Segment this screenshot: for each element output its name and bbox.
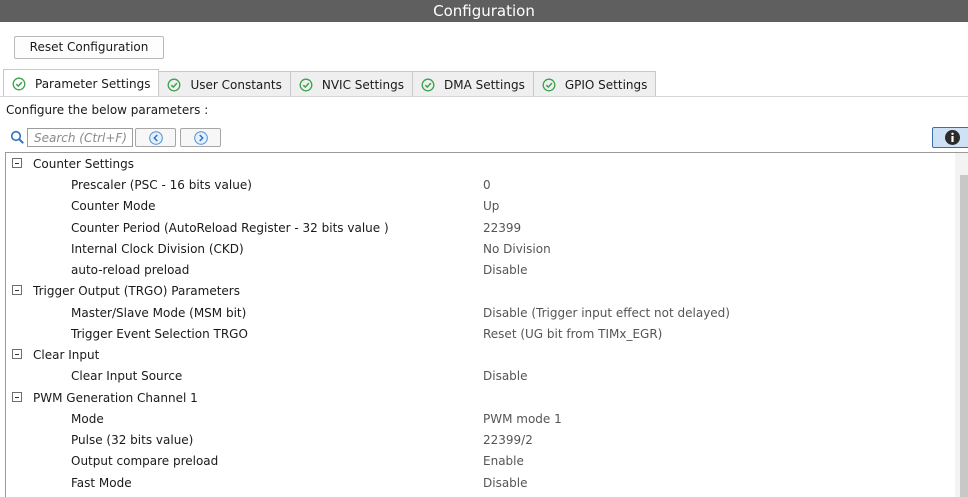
tab-nvic-settings[interactable]: NVIC Settings xyxy=(289,71,413,97)
param-name: Trigger Event Selection TRGO xyxy=(71,327,248,341)
param-name: Clear Input Source xyxy=(71,369,183,383)
group-row-pwm-generation-channel-1[interactable]: PWM Generation Channel 1 xyxy=(6,388,956,409)
chevron-left-icon xyxy=(148,130,163,145)
tab-parameter-settings[interactable]: Parameter Settings xyxy=(3,69,160,97)
param-value[interactable]: Disable xyxy=(483,369,528,383)
intro-text: Configure the below parameters : xyxy=(6,103,209,117)
param-name: Master/Slave Mode (MSM bit) xyxy=(71,306,247,320)
tab-divider xyxy=(0,96,968,97)
param-name: Mode xyxy=(71,412,104,426)
group-row-counter-settings[interactable]: Counter Settings xyxy=(6,154,956,175)
param-row[interactable]: Counter Mode Up xyxy=(6,196,956,217)
param-row[interactable]: Internal Clock Division (CKD) No Divisio… xyxy=(6,239,956,260)
check-circle-icon xyxy=(12,77,26,90)
tab-gpio-settings[interactable]: GPIO Settings xyxy=(532,71,657,97)
collapse-icon[interactable] xyxy=(12,392,22,402)
search-input[interactable] xyxy=(27,128,133,147)
parameter-tree: Counter Settings Prescaler (PSC - 16 bit… xyxy=(5,152,968,497)
group-row-trigger-output[interactable]: Trigger Output (TRGO) Parameters xyxy=(6,281,956,302)
param-row[interactable]: Clear Input Source Disable xyxy=(6,366,956,387)
collapse-icon[interactable] xyxy=(12,158,22,168)
param-value[interactable]: Reset (UG bit from TIMx_EGR) xyxy=(483,327,662,341)
window-title: Configuration xyxy=(0,0,968,22)
group-label: Clear Input xyxy=(33,348,100,362)
param-value[interactable]: 0 xyxy=(483,178,491,192)
tab-dma-settings[interactable]: DMA Settings xyxy=(411,71,534,97)
param-row[interactable]: Master/Slave Mode (MSM bit) Disable (Tri… xyxy=(6,303,956,324)
param-name: Fast Mode xyxy=(71,476,132,490)
param-name: auto-reload preload xyxy=(71,263,190,277)
group-label: PWM Generation Channel 1 xyxy=(33,391,198,405)
chevron-right-icon xyxy=(193,130,208,145)
param-value[interactable]: Disable (Trigger input effect not delaye… xyxy=(483,306,730,320)
param-name: Internal Clock Division (CKD) xyxy=(71,242,244,256)
group-label: Counter Settings xyxy=(33,157,134,171)
param-value[interactable]: No Division xyxy=(483,242,551,256)
param-name: Counter Mode xyxy=(71,199,156,213)
param-value[interactable]: 22399 xyxy=(483,221,521,235)
param-name: Counter Period (AutoReload Register - 32… xyxy=(71,221,389,235)
tab-bar: Parameter Settings User Constants NVIC S… xyxy=(3,69,657,97)
param-value[interactable]: Disable xyxy=(483,476,528,490)
group-row-clear-input[interactable]: Clear Input xyxy=(6,345,956,366)
param-value[interactable]: 22399/2 xyxy=(483,433,533,447)
check-circle-icon xyxy=(421,78,435,91)
reset-configuration-button[interactable]: Reset Configuration xyxy=(14,36,164,59)
group-label: Trigger Output (TRGO) Parameters xyxy=(33,284,240,298)
collapse-icon[interactable] xyxy=(12,285,22,295)
param-row[interactable]: Mode PWM mode 1 xyxy=(6,409,956,430)
info-icon xyxy=(944,130,960,145)
scrollbar-thumb[interactable] xyxy=(960,175,968,497)
param-value[interactable]: Disable xyxy=(483,263,528,277)
check-circle-icon xyxy=(168,78,181,91)
tab-user-constants[interactable]: User Constants xyxy=(158,71,291,97)
param-value[interactable]: Up xyxy=(483,199,499,213)
param-name: Prescaler (PSC - 16 bits value) xyxy=(71,178,252,192)
check-circle-icon xyxy=(542,78,556,91)
search-next-button[interactable] xyxy=(180,128,221,147)
param-row[interactable]: Pulse (32 bits value) 22399/2 xyxy=(6,430,956,451)
param-row[interactable]: Counter Period (AutoReload Register - 32… xyxy=(6,218,956,239)
param-value[interactable]: Enable xyxy=(483,454,524,468)
tab-label: Parameter Settings xyxy=(35,76,151,91)
param-row[interactable]: Output compare preload Enable xyxy=(6,451,956,472)
tab-label: NVIC Settings xyxy=(321,77,404,92)
param-row[interactable]: Trigger Event Selection TRGO Reset (UG b… xyxy=(6,324,956,345)
tab-label: DMA Settings xyxy=(443,77,525,92)
search-icon xyxy=(10,130,24,144)
tab-label: GPIO Settings xyxy=(564,77,648,92)
tab-label: User Constants xyxy=(190,77,282,92)
param-value[interactable]: PWM mode 1 xyxy=(483,412,562,426)
param-row[interactable]: Prescaler (PSC - 16 bits value) 0 xyxy=(6,175,956,196)
param-row[interactable]: auto-reload preload Disable xyxy=(6,260,956,281)
param-name: Output compare preload xyxy=(71,454,219,468)
search-previous-button[interactable] xyxy=(135,128,176,147)
collapse-icon[interactable] xyxy=(12,349,22,359)
info-button[interactable] xyxy=(932,127,968,148)
check-circle-icon xyxy=(299,78,313,91)
param-row[interactable]: Fast Mode Disable xyxy=(6,473,956,494)
param-name: Pulse (32 bits value) xyxy=(71,433,194,447)
